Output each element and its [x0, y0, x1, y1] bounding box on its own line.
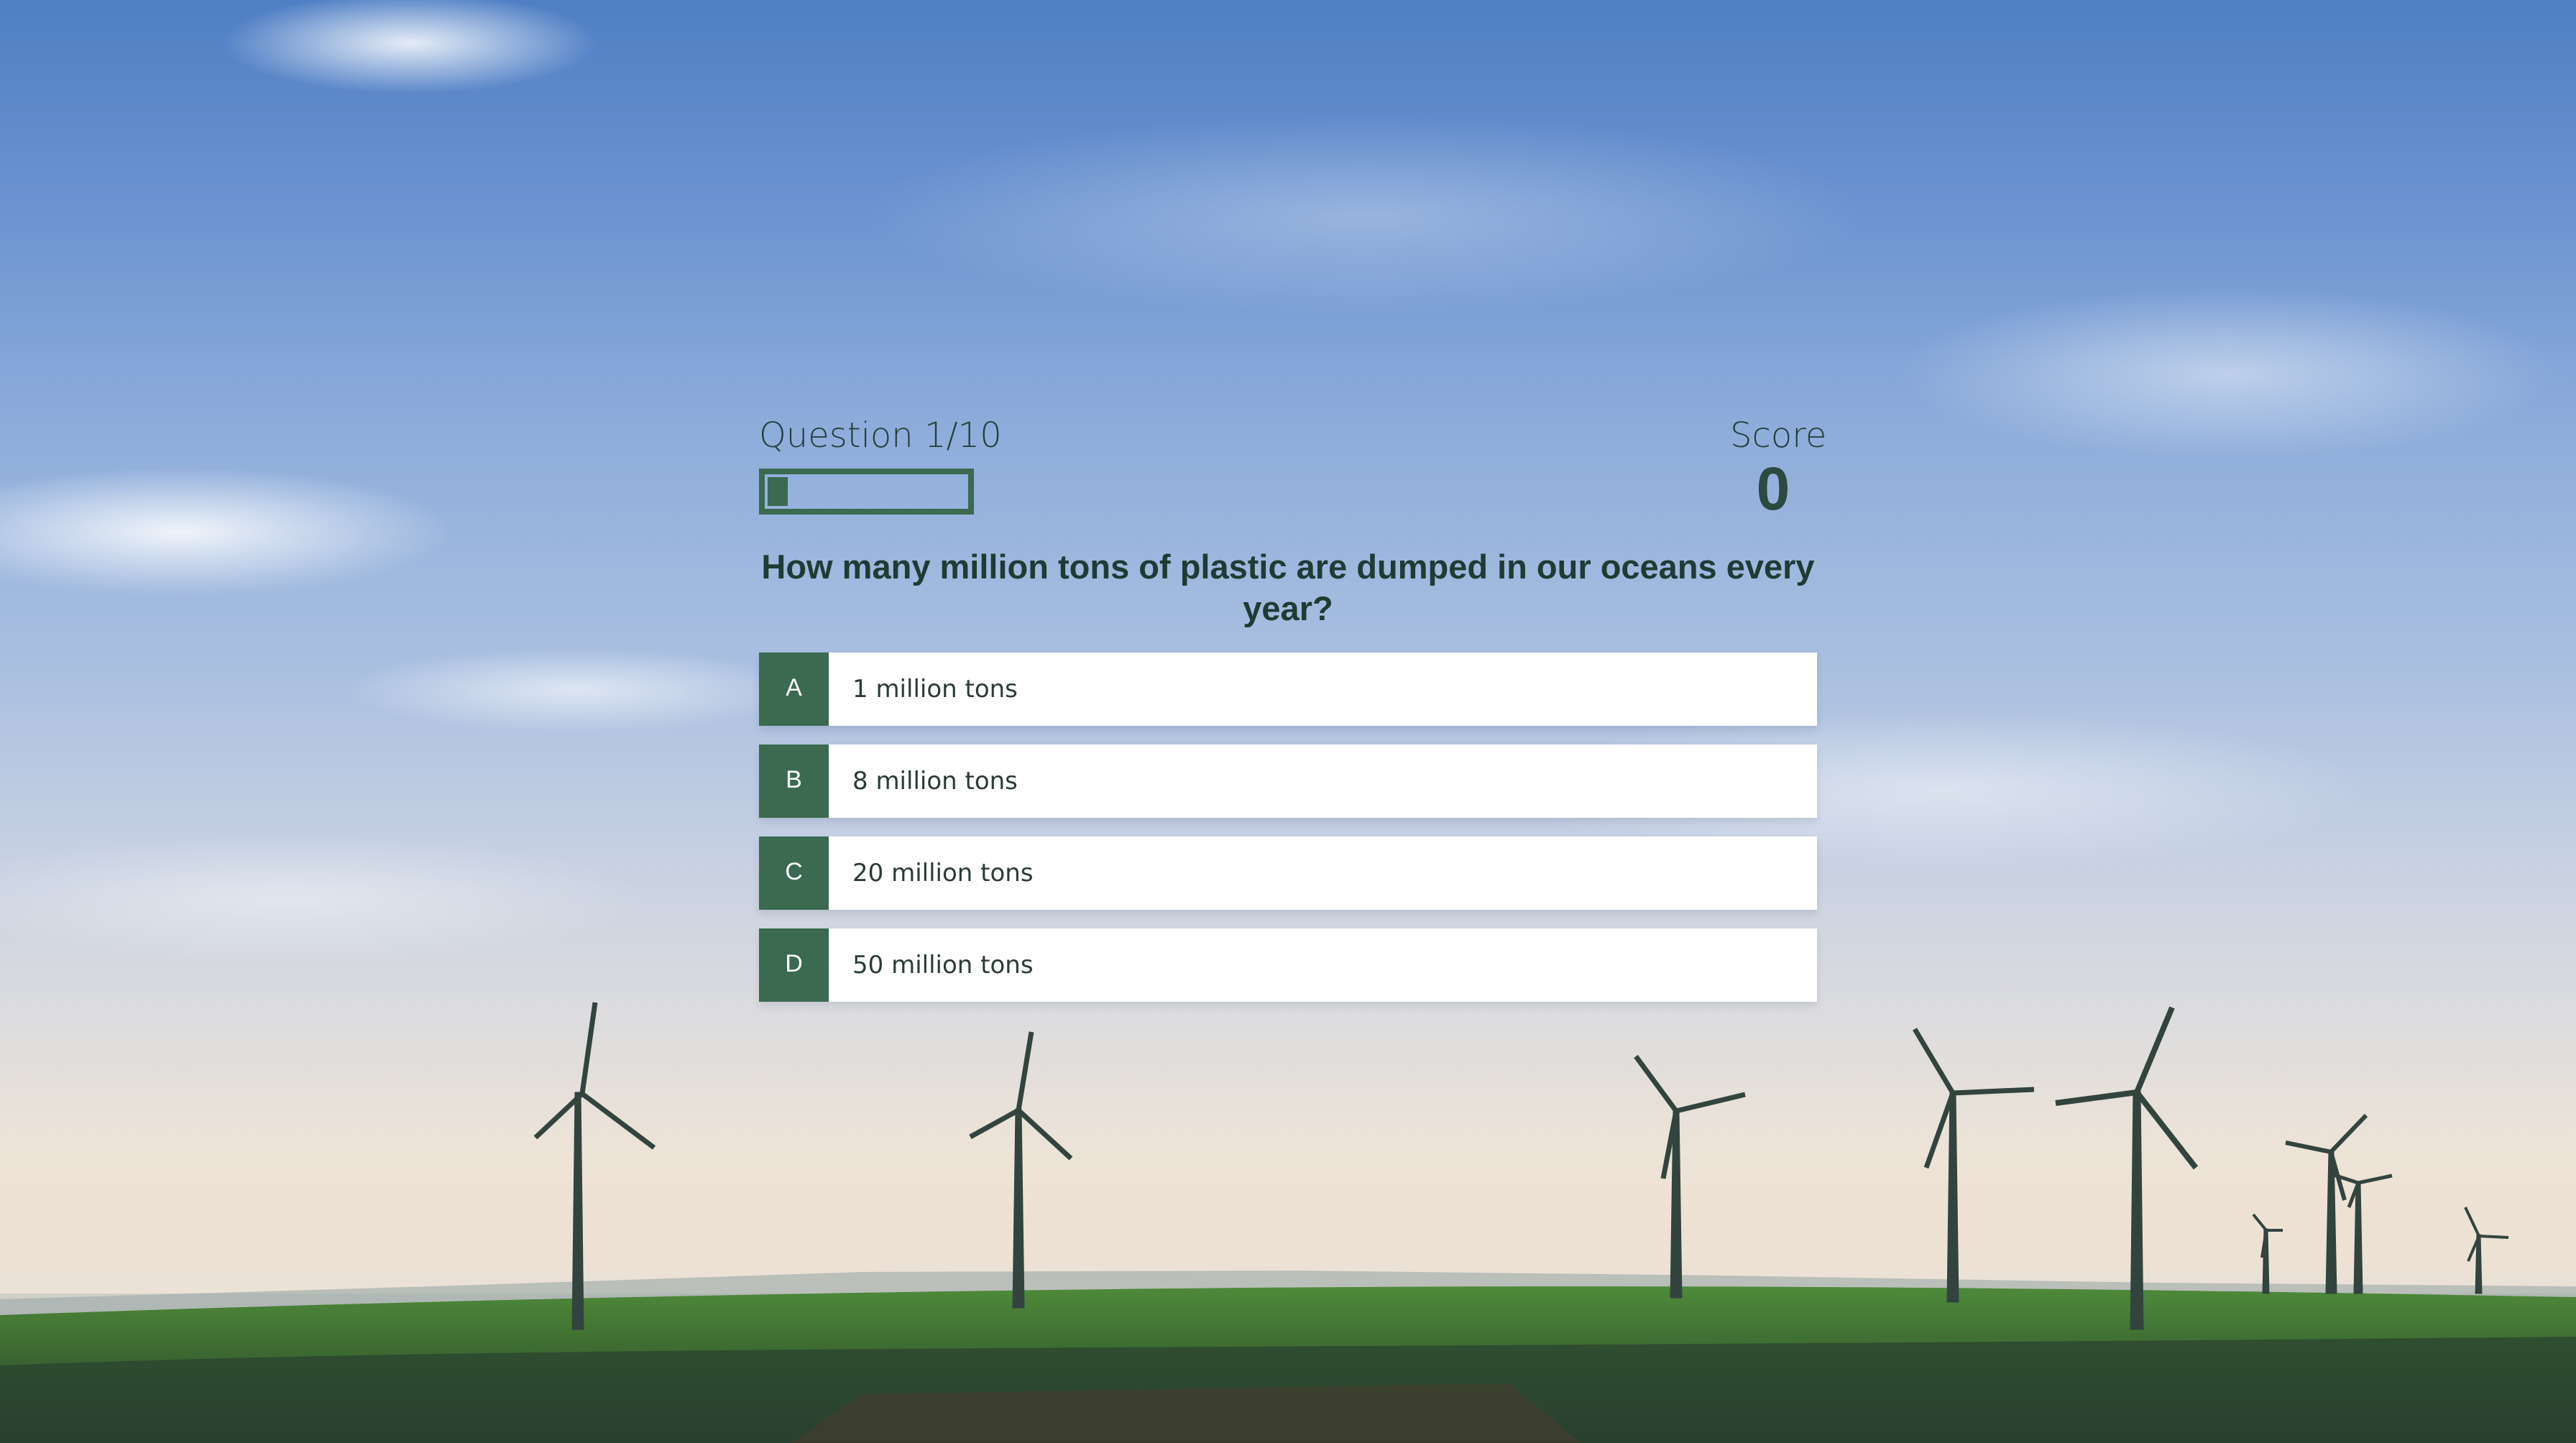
- option-text: 8 million tons: [852, 767, 1018, 796]
- option-text: 1 million tons: [852, 675, 1018, 704]
- answer-options: A 1 million tons B 8 million tons C 20 m…: [759, 653, 1817, 1020]
- question-text: How many million tons of plastic are dum…: [761, 548, 1815, 627]
- progress-bar-fill: [768, 477, 788, 506]
- option-text: 50 million tons: [852, 951, 1034, 979]
- cloud: [862, 115, 1869, 316]
- cloud: [1898, 287, 2559, 460]
- question-counter: Question 1/10: [759, 415, 1002, 456]
- option-letter-badge: D: [759, 928, 829, 1002]
- option-letter-badge: C: [759, 836, 829, 910]
- option-letter-badge: B: [759, 744, 829, 818]
- cloud: [345, 647, 805, 733]
- answer-option-a[interactable]: A 1 million tons: [759, 653, 1817, 726]
- answer-option-d[interactable]: D 50 million tons: [759, 928, 1817, 1002]
- answer-option-b[interactable]: B 8 million tons: [759, 744, 1817, 818]
- horizon-haze: [0, 1078, 2576, 1294]
- option-text: 20 million tons: [852, 859, 1034, 888]
- quiz-screen: Question 1/10 Score 0 How many million t…: [0, 0, 2576, 1443]
- score-label: Score: [1730, 415, 1827, 456]
- score-value: 0: [1756, 455, 1790, 522]
- cloud: [0, 834, 647, 963]
- option-letter-badge: A: [759, 653, 829, 726]
- progress-bar: [759, 469, 974, 515]
- answer-option-c[interactable]: C 20 million tons: [759, 836, 1817, 910]
- cloud: [223, 0, 597, 93]
- cloud: [0, 467, 453, 596]
